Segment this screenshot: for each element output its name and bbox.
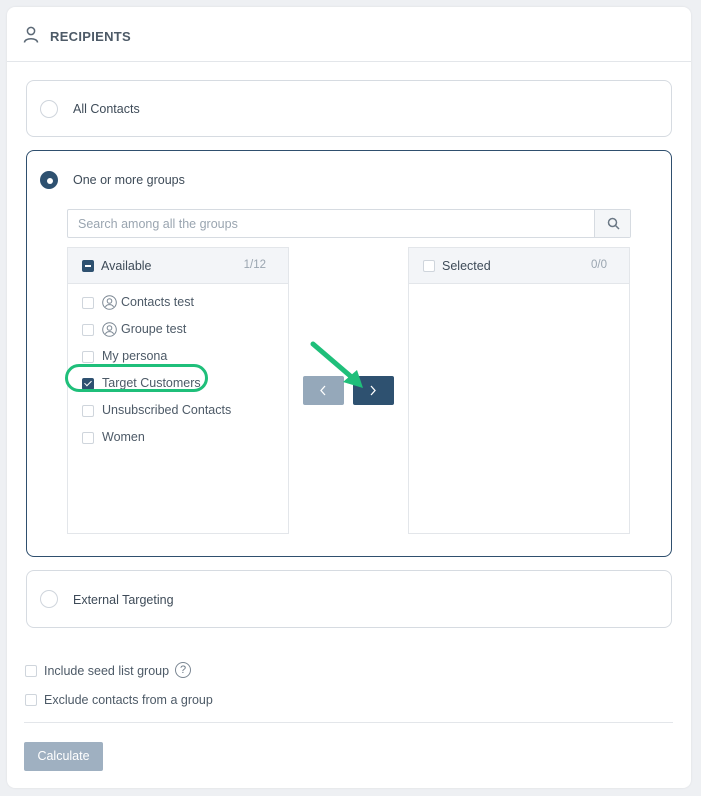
item-checkbox[interactable] [82, 351, 94, 363]
exclude-contacts-checkbox[interactable] [25, 694, 37, 706]
arrow-annotation-icon [310, 341, 363, 388]
item-label: Unsubscribed Contacts [102, 403, 232, 417]
selected-panel: Selected 0/0 [408, 247, 630, 534]
item-checkbox[interactable] [82, 432, 94, 444]
group-icon [102, 322, 117, 337]
search-icon [607, 217, 620, 230]
available-label: Available [101, 259, 152, 273]
divider [24, 722, 673, 723]
search-input[interactable]: Search among all the groups [78, 217, 238, 231]
recipients-header: RECIPIENTS [7, 7, 691, 62]
item-checkbox[interactable] [82, 297, 94, 309]
list-item[interactable]: Women [68, 425, 288, 452]
help-icon[interactable]: ? [175, 662, 191, 678]
option-all-contacts-label: All Contacts [73, 102, 140, 116]
group-icon [102, 295, 117, 310]
option-external-targeting[interactable]: External Targeting [26, 570, 672, 628]
list-item[interactable]: Contacts test [68, 290, 288, 317]
highlight-ring [65, 364, 208, 392]
search-button[interactable] [594, 210, 630, 237]
selected-label: Selected [442, 259, 491, 273]
available-header: Available 1/12 [68, 248, 288, 284]
item-checkbox[interactable] [82, 405, 94, 417]
radio-groups[interactable] [40, 171, 58, 189]
option-external-label: External Targeting [73, 593, 174, 607]
selected-count: 0/0 [591, 259, 607, 271]
available-count: 1/12 [243, 259, 266, 271]
item-label: My persona [102, 349, 168, 363]
list-item[interactable]: Unsubscribed Contacts [68, 398, 288, 425]
radio-all-contacts[interactable] [40, 100, 58, 118]
section-title: RECIPIENTS [50, 29, 132, 44]
item-label: Groupe test [121, 322, 187, 336]
exclude-contacts-label: Exclude contacts from a group [44, 693, 213, 707]
recipients-card: RECIPIENTS All Contacts One or more grou… [7, 7, 691, 788]
item-label: Contacts test [121, 295, 194, 309]
option-groups-label: One or more groups [73, 173, 185, 187]
list-item[interactable]: Groupe test [68, 317, 288, 344]
include-seed-checkbox[interactable] [25, 665, 37, 677]
radio-external-targeting[interactable] [40, 590, 58, 608]
available-select-all-checkbox[interactable] [82, 260, 94, 272]
option-all-contacts[interactable]: All Contacts [26, 80, 672, 137]
selected-select-all-checkbox[interactable] [423, 260, 435, 272]
item-checkbox[interactable] [82, 324, 94, 336]
group-search[interactable]: Search among all the groups [67, 209, 631, 238]
item-label: Women [102, 430, 145, 444]
selected-header: Selected 0/0 [409, 248, 629, 284]
include-seed-label: Include seed list group [44, 664, 170, 678]
calculate-button[interactable]: Calculate [24, 742, 103, 771]
user-icon [23, 26, 39, 43]
